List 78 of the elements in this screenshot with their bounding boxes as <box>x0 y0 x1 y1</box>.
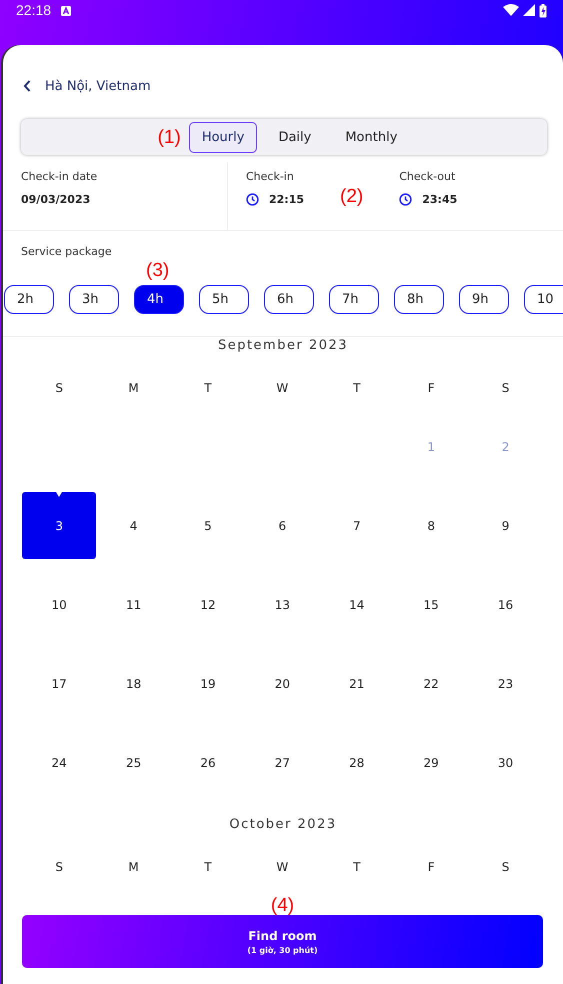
calendar-day[interactable]: 7 <box>320 492 394 559</box>
notification-icon <box>61 6 72 16</box>
weekday-label: S <box>54 380 64 397</box>
weekday-label: T <box>203 859 213 876</box>
field-label: Check-in <box>246 170 295 183</box>
calendar-day[interactable]: 6 <box>245 492 320 559</box>
calendar-day[interactable]: 17 <box>22 650 96 717</box>
calendar-day[interactable]: 19 <box>170 650 246 717</box>
mode-tab[interactable]: Monthly <box>332 122 410 152</box>
calendar-day[interactable]: 5 <box>170 492 246 559</box>
calendar-day[interactable]: 25 <box>96 729 171 796</box>
calendar-day[interactable]: 26 <box>170 729 246 796</box>
section-label: Service package <box>20 244 113 258</box>
weekday-label: W <box>275 859 290 876</box>
weekday-label: S <box>54 859 64 876</box>
calendar-day[interactable]: 18 <box>96 650 171 717</box>
checkin-date-value[interactable]: 09/03/2023 <box>21 193 209 206</box>
back-icon[interactable] <box>23 80 31 92</box>
annotation-label: (4) <box>270 896 294 915</box>
package-chip[interactable]: 6h <box>264 285 314 314</box>
checkin-time-value[interactable]: 22:15 <box>269 193 304 206</box>
weekday-label: M <box>127 380 140 397</box>
package-chip[interactable]: 2h <box>4 285 54 314</box>
weekday-label: F <box>426 859 436 876</box>
calendar-day[interactable]: 27 <box>245 729 320 796</box>
weekday-label: M <box>127 859 140 876</box>
package-chip[interactable]: 7h <box>329 285 379 314</box>
calendar-day[interactable]: 12 <box>170 571 246 638</box>
calendar-day[interactable]: 16 <box>468 571 543 638</box>
weekday-label: T <box>203 380 213 397</box>
calendar-day[interactable]: 3 <box>22 492 96 559</box>
calendar-day[interactable]: 14 <box>320 571 394 638</box>
find-room-button[interactable]: Find room (1 giờ, 30 phút) <box>22 915 543 968</box>
calendar-day[interactable]: 10 <box>22 571 96 638</box>
month-title: September 2023 <box>216 337 350 353</box>
calendar-day[interactable]: 11 <box>96 571 171 638</box>
package-chip[interactable]: 9h <box>459 285 509 314</box>
annotation-label: (3) <box>146 261 170 280</box>
package-chip[interactable]: 5h <box>199 285 249 314</box>
weekday-label: S <box>500 859 510 876</box>
calendar-day[interactable]: 30 <box>468 729 543 796</box>
field-label: Check-in date <box>21 170 98 183</box>
mode-tab[interactable]: Daily <box>265 122 324 152</box>
calendar-day[interactable]: 23 <box>468 650 543 717</box>
calendar-day[interactable]: 8 <box>394 492 468 559</box>
weekday-label: F <box>426 380 436 397</box>
calendar-day[interactable]: 22 <box>394 650 468 717</box>
calendar-day[interactable]: 4 <box>96 492 171 559</box>
weekday-label: T <box>352 380 362 397</box>
status-time: 22:18 <box>16 2 52 18</box>
package-chip[interactable]: 4h <box>134 285 184 314</box>
annotation-label: (2) <box>340 186 364 206</box>
marker-icon <box>56 492 62 497</box>
calendar-day[interactable]: 28 <box>320 729 394 796</box>
mode-tab[interactable]: Hourly <box>188 122 258 152</box>
calendar-day[interactable]: 21 <box>320 650 394 717</box>
weekday-label: W <box>275 380 290 397</box>
clock-icon <box>246 193 259 206</box>
package-chip[interactable]: 10 <box>524 285 563 314</box>
calendar-day[interactable]: 15 <box>394 571 468 638</box>
calendar-day[interactable]: 29 <box>394 729 468 796</box>
wifi-icon <box>503 4 519 16</box>
checkout-time-value[interactable]: 23:45 <box>422 193 458 206</box>
clock-icon <box>399 193 412 206</box>
weekday-label: S <box>500 380 510 397</box>
signal-icon <box>523 4 535 16</box>
package-chip[interactable]: 8h <box>394 285 444 314</box>
month-title: October 2023 <box>228 816 338 832</box>
package-chip[interactable]: 3h <box>69 285 119 314</box>
calendar-day[interactable]: 20 <box>245 650 320 717</box>
calendar-day[interactable]: 9 <box>468 492 543 559</box>
field-label: Check-out <box>399 170 456 183</box>
calendar-day[interactable]: 24 <box>22 729 96 796</box>
annotation-label: (1) <box>158 128 181 146</box>
calendar-day[interactable]: 13 <box>245 571 320 638</box>
battery-icon <box>539 4 547 18</box>
location-title: Hà Nội, Vietnam <box>45 78 151 94</box>
weekday-label: T <box>352 859 362 876</box>
